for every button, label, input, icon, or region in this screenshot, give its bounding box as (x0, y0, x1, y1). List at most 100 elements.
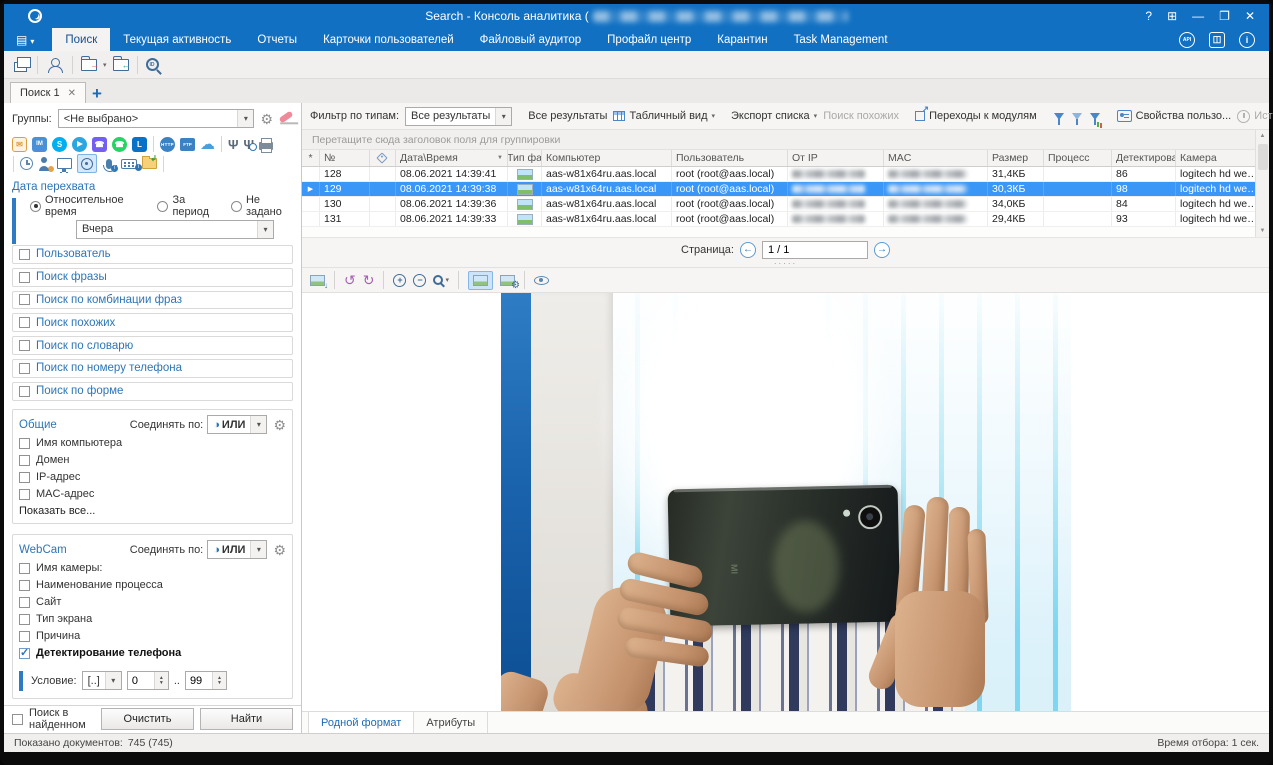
webcam-item-reason[interactable]: Причина (19, 628, 286, 645)
package-icon[interactable]: ◫ (1209, 32, 1225, 48)
clock-icon[interactable] (20, 157, 33, 170)
range-from-spinner[interactable]: ▲▼ (127, 671, 169, 690)
checkbox-checked[interactable] (19, 648, 30, 659)
pin-window-button[interactable]: ⊞ (1167, 9, 1177, 23)
checkbox[interactable] (19, 631, 30, 642)
radio-not-set[interactable] (231, 201, 242, 212)
range-from-input[interactable] (128, 672, 154, 689)
checkbox[interactable] (19, 294, 30, 305)
skype-icon[interactable]: S (52, 137, 67, 152)
telegram-icon[interactable] (72, 137, 87, 152)
groups-select[interactable]: <Не выбрано> (58, 109, 255, 128)
help-button[interactable]: ? (1145, 9, 1152, 23)
checkbox[interactable] (19, 438, 30, 449)
panel-phrase-combo-search[interactable]: Поиск по комбинации фраз (12, 291, 293, 310)
tag-column-header[interactable] (370, 150, 396, 166)
scroll-down-icon[interactable]: ▼ (1260, 225, 1266, 237)
zoom-select[interactable]: ▾ (433, 275, 449, 285)
checkbox[interactable] (19, 472, 30, 483)
page-input[interactable] (762, 241, 868, 259)
panel-dictionary-search[interactable]: Поиск по словарю (12, 336, 293, 355)
tab-user-cards[interactable]: Карточки пользователей (310, 28, 467, 51)
checkbox[interactable] (19, 563, 30, 574)
info-icon[interactable]: i (1239, 32, 1255, 48)
user-column-header[interactable]: Пользователь (672, 150, 788, 166)
folder-import-icon[interactable] (142, 158, 157, 169)
folder-export-icon[interactable]: → (81, 59, 97, 71)
common-item-mac[interactable]: MAC-адрес (19, 486, 286, 503)
checkbox[interactable] (19, 317, 30, 328)
panel-user[interactable]: Пользователь (12, 245, 293, 264)
common-item-ip[interactable]: IP-адрес (19, 469, 286, 486)
webcam-join-select[interactable]: ◑ИЛИ (207, 540, 267, 559)
monitor-icon[interactable] (57, 158, 72, 169)
rotate-left-icon[interactable]: ↺ (344, 273, 356, 287)
zoom-out-icon[interactable]: − (413, 274, 426, 287)
panel-form-search[interactable]: Поиск по форме (12, 382, 293, 401)
http-icon[interactable]: HTTP (160, 137, 175, 152)
checkbox[interactable] (19, 363, 30, 374)
app-menu-button[interactable]: ▤ (4, 28, 44, 51)
user-location-icon[interactable] (46, 57, 64, 73)
tab-profile-center[interactable]: Профайл центр (594, 28, 704, 51)
table-row-selected[interactable]: ▶ 129 08.06.2021 14:39:38 aas-w81x64ru.a… (302, 182, 1255, 197)
filter-funnel-icon[interactable] (1054, 113, 1064, 120)
table-row[interactable]: 130 08.06.2021 14:39:36 aas-w81x64ru.aas… (302, 197, 1255, 212)
radio-relative-time[interactable] (30, 201, 41, 212)
checkbox[interactable] (19, 614, 30, 625)
common-join-select[interactable]: ◑ИЛИ (207, 415, 267, 434)
gear-icon[interactable]: ⚙ (260, 112, 273, 126)
eraser-icon[interactable] (279, 110, 294, 123)
filter-funnel-outline-icon[interactable] (1072, 113, 1082, 120)
tab-reports[interactable]: Отчеты (244, 28, 310, 51)
webcam-item-site[interactable]: Сайт (19, 594, 286, 611)
mail-icon[interactable]: ✉ (12, 137, 27, 152)
minimize-button[interactable]: — (1192, 9, 1204, 23)
table-row[interactable]: 131 08.06.2021 14:39:33 aas-w81x64ru.aas… (302, 212, 1255, 227)
common-item-computer-name[interactable]: Имя компьютера (19, 435, 286, 452)
gear-icon[interactable]: ⚙ (273, 418, 286, 432)
range-to-spinner[interactable]: ▲▼ (185, 671, 227, 690)
add-tab-button[interactable]: + (92, 85, 102, 103)
prev-page-icon[interactable]: ← (740, 242, 756, 258)
checkbox-search-in-found[interactable] (12, 714, 23, 725)
tab-quarantine[interactable]: Карантин (704, 28, 780, 51)
table-row[interactable]: 128 08.06.2021 14:39:41 aas-w81x64ru.aas… (302, 167, 1255, 182)
image-settings-icon[interactable] (500, 275, 515, 286)
camera-column-header[interactable]: Камера (1176, 150, 1255, 166)
webcam-item-process-name[interactable]: Наименование процесса (19, 577, 286, 594)
filter-funnel-chart-icon[interactable] (1090, 113, 1100, 120)
checkbox[interactable] (19, 272, 30, 283)
gear-icon[interactable]: ⚙ (273, 543, 286, 557)
tab-file-auditor[interactable]: Файловый аудитор (467, 28, 595, 51)
common-item-domain[interactable]: Домен (19, 452, 286, 469)
panel-similar-search[interactable]: Поиск похожих (12, 313, 293, 332)
id-search-icon[interactable]: ID (146, 58, 159, 71)
checkbox[interactable] (19, 386, 30, 397)
radio-not-set-label[interactable]: Не задано (246, 194, 293, 218)
close-button[interactable]: ✕ (1245, 9, 1255, 23)
tab-current-activity[interactable]: Текущая активность (110, 28, 244, 51)
ftp-icon[interactable]: FTP (180, 138, 195, 151)
windows-cascade-icon[interactable] (14, 62, 27, 72)
checkbox[interactable] (19, 249, 30, 260)
spinner-arrows-icon[interactable]: ▲▼ (212, 672, 226, 689)
period-select[interactable]: Вчера (76, 220, 274, 239)
filetype-column-header[interactable]: Тип фа (508, 150, 542, 166)
checkbox[interactable] (19, 489, 30, 500)
tab-native-format[interactable]: Родной формат (308, 712, 414, 733)
webcam-item-camera-name[interactable]: Имя камеры: (19, 560, 286, 577)
eye-icon[interactable] (534, 276, 549, 285)
num-column-header[interactable]: № (320, 150, 370, 166)
doc-tab-poisk-1[interactable]: Поиск 1 ✕ (10, 82, 86, 103)
webcam-item-phone-detection[interactable]: Детектирование телефона (19, 645, 286, 662)
user-properties-button[interactable]: Свойства пользо... (1117, 110, 1232, 122)
goto-modules-button[interactable]: Переходы к модулям (915, 110, 1037, 122)
checkbox[interactable] (19, 340, 30, 351)
search-in-found-label[interactable]: Поиск в найденном (29, 707, 95, 731)
keyboard-icon[interactable]: i (121, 159, 137, 169)
all-results-button[interactable]: Все результаты (528, 110, 607, 122)
zoom-in-icon[interactable]: + (393, 274, 406, 287)
webcam-icon-selected[interactable] (77, 154, 97, 173)
detected-column-header[interactable]: Детектирова (1112, 150, 1176, 166)
